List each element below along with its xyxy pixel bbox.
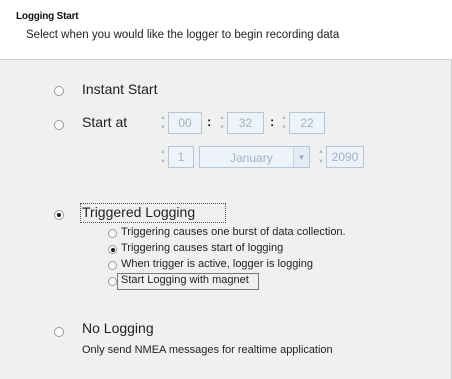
spin-up-icon[interactable]: ▲ [318, 149, 324, 155]
trigger-burst-label[interactable]: Triggering causes one burst of data coll… [121, 226, 346, 238]
no-logging-label[interactable]: No Logging [82, 320, 154, 336]
minute-field[interactable]: 32 [227, 112, 264, 134]
trigger-burst-radio[interactable] [108, 229, 117, 238]
trigger-active-label[interactable]: When trigger is active, logger is loggin… [121, 258, 313, 270]
instant-start-label[interactable]: Instant Start [82, 81, 157, 97]
instant-start-radio[interactable] [54, 86, 64, 96]
start-at-radio[interactable] [54, 120, 64, 130]
magnet-start-label[interactable]: Start Logging with magnet [121, 274, 249, 286]
year-field[interactable]: 2090 [326, 146, 364, 168]
second-field[interactable]: 22 [289, 112, 325, 134]
time-separator: : [270, 114, 275, 129]
hour-spinner-arrows[interactable]: ▲ ▼ [160, 112, 166, 134]
chevron-down-icon[interactable]: ▼ [293, 147, 309, 167]
spin-down-icon[interactable]: ▼ [160, 125, 166, 131]
spin-up-icon[interactable]: ▲ [219, 115, 225, 121]
panel-header: Logging Start Select when you would like… [0, 0, 452, 60]
spin-down-icon[interactable]: ▼ [219, 125, 225, 131]
no-logging-description: Only send NMEA messages for realtime app… [82, 344, 333, 356]
panel-title: Logging Start [16, 11, 79, 22]
year-spinner-arrows[interactable]: ▲ ▼ [318, 146, 324, 168]
hour-field[interactable]: 00 [168, 112, 202, 134]
start-at-label[interactable]: Start at [82, 114, 127, 130]
spin-down-icon[interactable]: ▼ [160, 159, 166, 165]
triggered-logging-radio[interactable] [54, 210, 64, 220]
logging-start-panel: Logging Start Select when you would like… [0, 0, 452, 379]
panel-subtitle: Select when you would like the logger to… [26, 29, 340, 41]
magnet-start-radio[interactable] [108, 277, 117, 286]
no-logging-radio[interactable] [54, 327, 64, 337]
spin-up-icon[interactable]: ▲ [160, 149, 166, 155]
spin-up-icon[interactable]: ▲ [281, 115, 287, 121]
trigger-active-radio[interactable] [108, 261, 117, 270]
second-spinner-arrows[interactable]: ▲ ▼ [281, 112, 287, 134]
trigger-start-label[interactable]: Triggering causes start of logging [121, 242, 283, 254]
spin-up-icon[interactable]: ▲ [160, 115, 166, 121]
time-separator: : [207, 114, 212, 129]
triggered-logging-label[interactable]: Triggered Logging [82, 204, 195, 220]
minute-spinner-arrows[interactable]: ▲ ▼ [219, 112, 225, 134]
month-dropdown[interactable]: January ▼ [199, 146, 310, 168]
day-spinner-arrows[interactable]: ▲ ▼ [160, 146, 166, 168]
month-value: January [230, 151, 273, 165]
day-field[interactable]: 1 [168, 146, 194, 168]
trigger-start-radio[interactable] [108, 245, 117, 254]
spin-down-icon[interactable]: ▼ [318, 159, 324, 165]
spin-down-icon[interactable]: ▼ [281, 125, 287, 131]
